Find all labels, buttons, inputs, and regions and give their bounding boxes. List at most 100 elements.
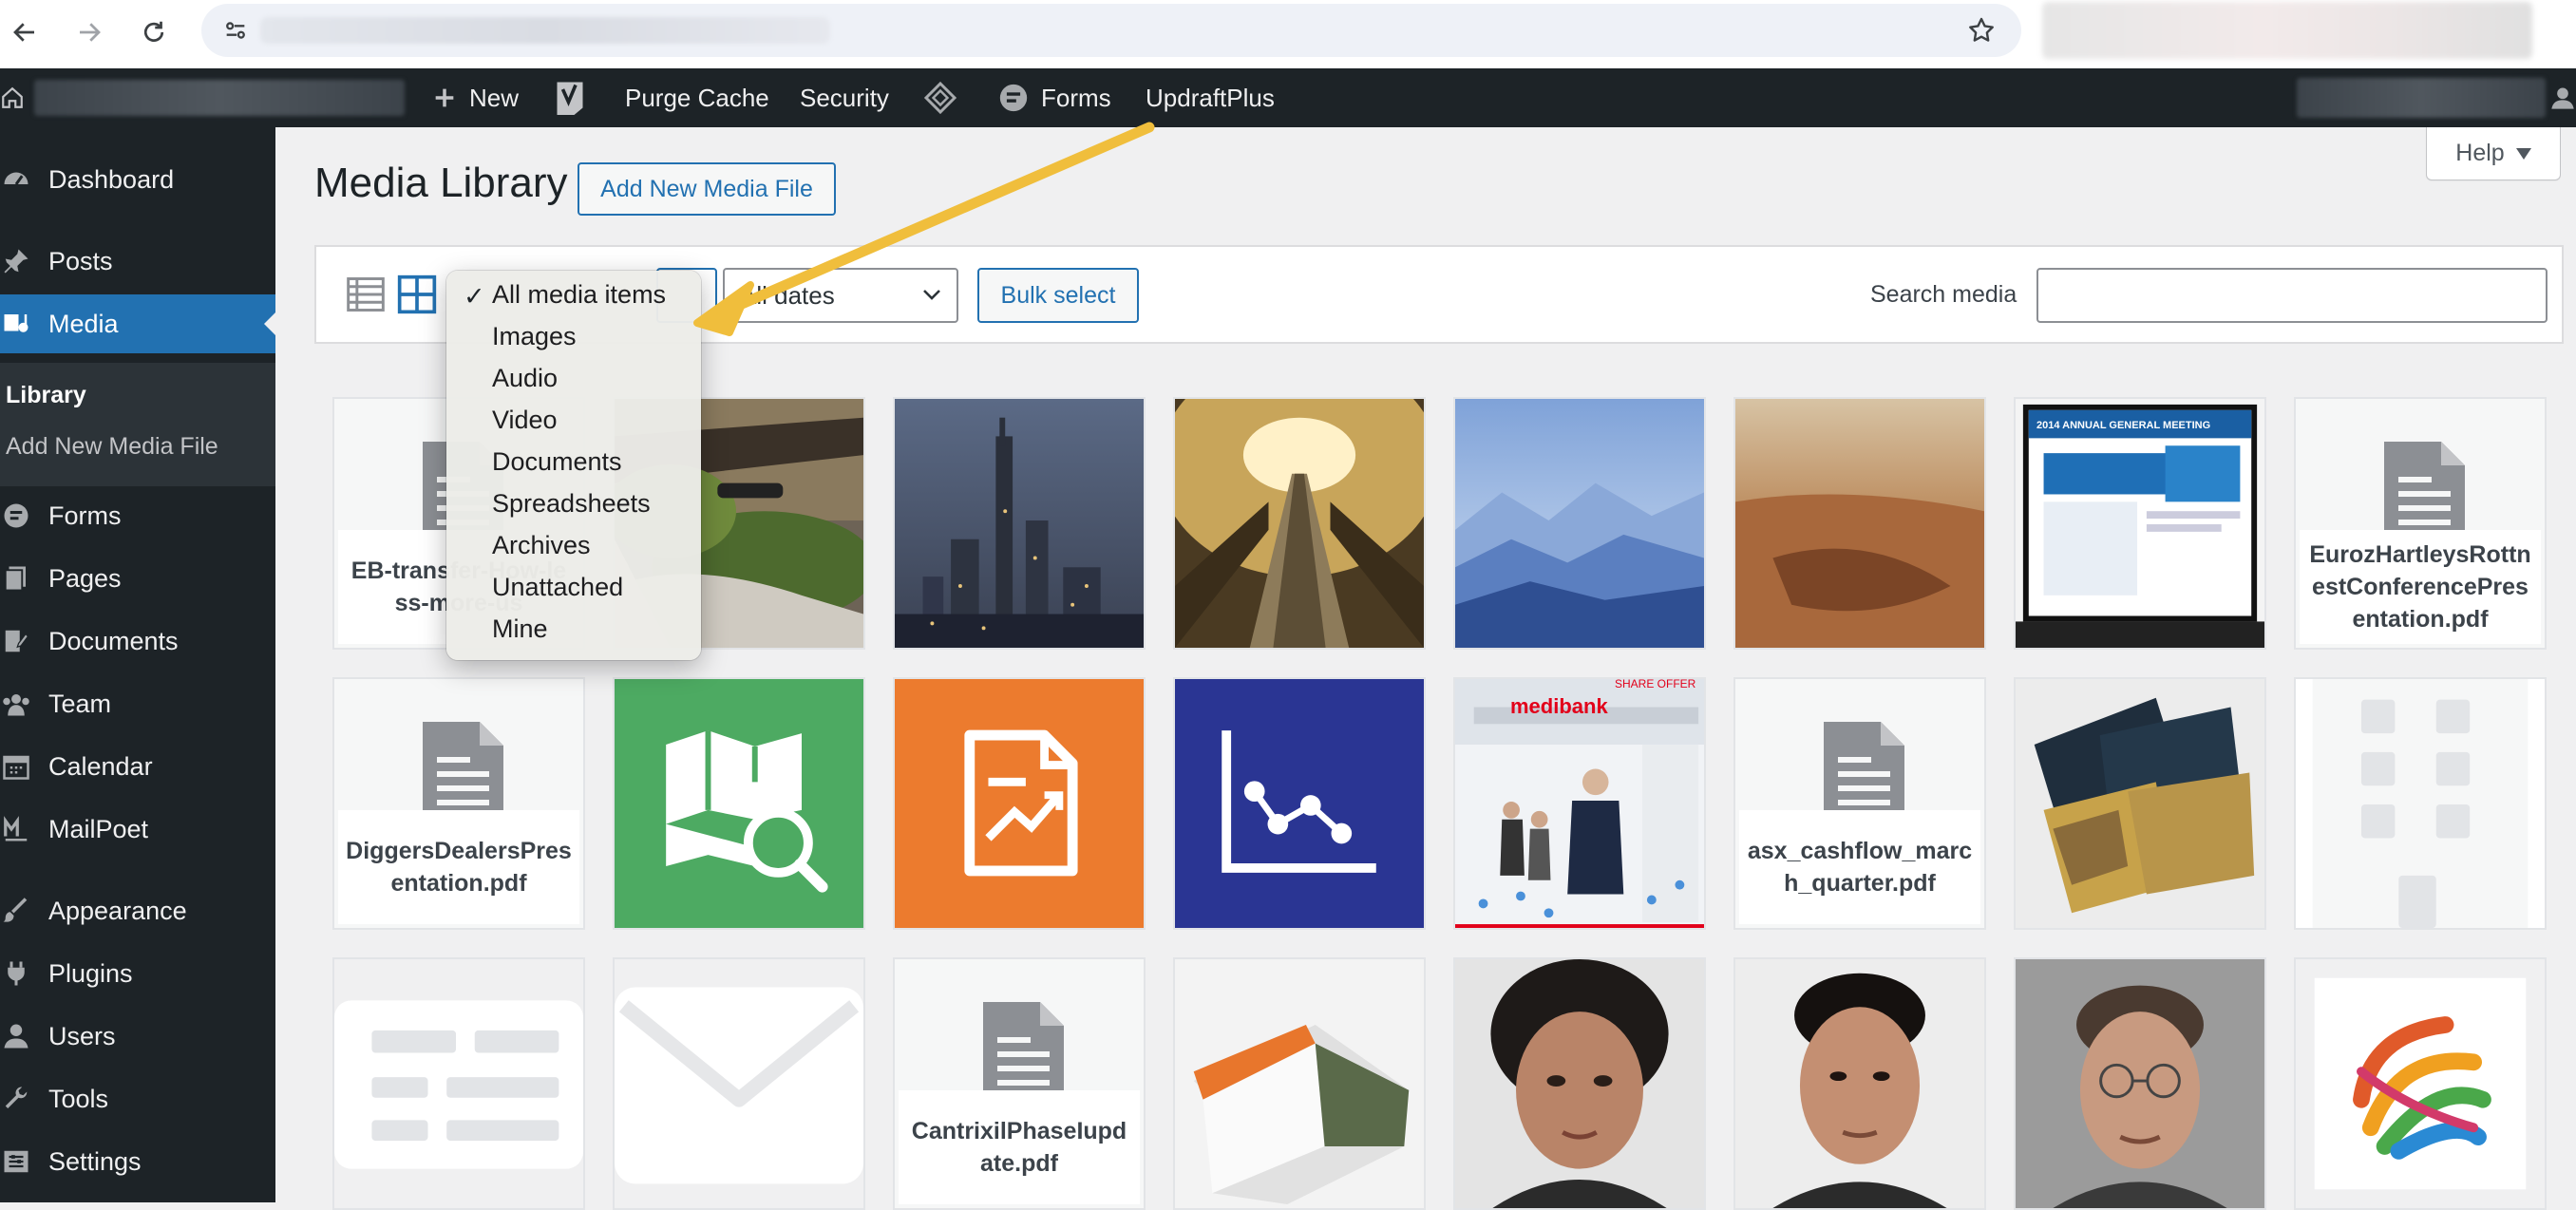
forward-icon[interactable] — [65, 8, 114, 57]
sidebar-label: Dashboard — [48, 164, 175, 194]
bulk-select-button[interactable]: Bulk select — [977, 268, 1139, 323]
orange-report-image — [1175, 959, 1424, 1208]
colorful-logo-image — [2296, 959, 2545, 1208]
option-spreadsheets[interactable]: Spreadsheets — [492, 489, 651, 519]
option-documents[interactable]: Documents — [492, 447, 622, 477]
option-all-media-items[interactable]: All media items — [492, 280, 666, 310]
back-icon[interactable] — [0, 8, 49, 57]
admin-sidebar: Dashboard Posts Media Library Add New Me… — [0, 127, 275, 1202]
media-attachment[interactable] — [1733, 957, 1986, 1210]
portrait-man-glasses-image — [2016, 959, 2264, 1208]
option-archives[interactable]: Archives — [492, 531, 591, 560]
media-attachment[interactable] — [2294, 957, 2547, 1210]
media-attachment[interactable] — [1453, 397, 1706, 650]
sidebar-item-dashboard[interactable]: Dashboard — [0, 150, 275, 209]
sidebar-item-users[interactable]: Users — [0, 1007, 275, 1066]
forms-label: Forms — [1041, 83, 1111, 112]
media-attachment[interactable]: CantrixilPhaseIupdate.pdf — [893, 957, 1146, 1210]
yoast-seo-icon[interactable] — [553, 68, 587, 127]
agm-presentation-image — [2016, 399, 2264, 648]
media-icon — [0, 308, 32, 340]
address-bar[interactable] — [201, 4, 2021, 57]
add-new-media-button[interactable]: Add New Media File — [578, 162, 836, 216]
option-audio[interactable]: Audio — [492, 364, 558, 393]
media-attachment[interactable]: DiggersDealersPresentation.pdf — [332, 677, 585, 930]
submenu-library[interactable]: Library — [6, 382, 86, 409]
list-view-icon[interactable] — [345, 274, 387, 315]
sidebar-item-team[interactable]: Team — [0, 674, 275, 733]
media-attachment[interactable]: EurozHartleysRottnestConferencePresentat… — [2294, 397, 2547, 650]
media-attachment[interactable]: asx_cashflow_march_quarter.pdf — [1733, 677, 1986, 930]
user-icon — [0, 1020, 32, 1052]
forms-menu[interactable]: Forms — [997, 68, 1111, 127]
brush-icon — [0, 895, 32, 927]
media-attachment[interactable] — [893, 677, 1146, 930]
settings-icon — [0, 1145, 32, 1178]
media-attachment[interactable] — [1453, 957, 1706, 1210]
updraftplus-menu[interactable]: UpdraftPlus — [1146, 68, 1275, 127]
media-attachment[interactable] — [2014, 677, 2266, 930]
home-icon[interactable] — [0, 68, 25, 127]
option-video[interactable]: Video — [492, 406, 558, 435]
diamond-plugin-icon[interactable] — [923, 68, 957, 127]
sidebar-item-forms[interactable]: Forms — [0, 486, 275, 545]
sidebar-label: Team — [48, 689, 112, 718]
help-label: Help — [2455, 140, 2505, 166]
sidebar-item-posts[interactable]: Posts — [0, 232, 275, 291]
media-attachment[interactable] — [613, 957, 865, 1210]
option-images[interactable]: Images — [492, 322, 577, 351]
sidebar-item-appearance[interactable]: Appearance — [0, 881, 275, 940]
sidebar-label: Tools — [48, 1084, 109, 1113]
submenu-add-new[interactable]: Add New Media File — [6, 433, 218, 461]
sidebar-item-settings[interactable]: Settings — [0, 1132, 275, 1191]
option-unattached[interactable]: Unattached — [492, 573, 623, 602]
newspaper-icon — [334, 1000, 583, 1169]
account-name-redacted[interactable] — [2297, 78, 2546, 118]
sidebar-item-calendar[interactable]: Calendar — [0, 737, 275, 796]
sidebar-item-documents[interactable]: Documents — [0, 612, 275, 671]
media-attachment[interactable] — [893, 397, 1146, 650]
attachment-filename: EurozHartleysRottnestConferencePresentat… — [2300, 530, 2541, 644]
line-graph-icon — [1222, 730, 1376, 873]
report-chart-icon — [964, 729, 1078, 877]
media-attachment[interactable] — [1173, 397, 1426, 650]
security-label: Security — [800, 83, 889, 112]
account-avatar-icon[interactable] — [2549, 68, 2576, 127]
bookmark-star-icon[interactable] — [1964, 13, 1998, 47]
sidebar-item-pages[interactable]: Pages — [0, 549, 275, 608]
site-name-redacted[interactable] — [34, 80, 405, 116]
sidebar-label: Pages — [48, 563, 122, 593]
purge-cache-button[interactable]: Purge Cache — [625, 68, 769, 127]
media-attachment[interactable] — [1173, 677, 1426, 930]
security-menu[interactable]: Security — [800, 68, 889, 127]
media-attachment[interactable]: medibank SHARE OFFER — [1453, 677, 1706, 930]
medibank-logo-text: medibank — [1510, 694, 1608, 718]
grid-view-icon[interactable] — [396, 274, 438, 315]
forms-icon — [999, 84, 1028, 112]
site-info-icon[interactable] — [218, 13, 253, 47]
reload-icon[interactable] — [129, 8, 179, 57]
date-filter-select[interactable]: All dates — [723, 268, 958, 323]
media-attachment[interactable] — [2294, 677, 2547, 930]
map-search-icon — [666, 730, 828, 893]
sidebar-item-plugins[interactable]: Plugins — [0, 944, 275, 1003]
search-media-input[interactable] — [2036, 268, 2548, 323]
media-attachment[interactable] — [1173, 957, 1426, 1210]
new-content-button[interactable]: New — [431, 68, 519, 127]
sidebar-label: Settings — [48, 1146, 142, 1176]
media-submenu: Library Add New Media File — [0, 363, 275, 486]
help-tab[interactable]: Help — [2426, 127, 2561, 180]
media-attachment[interactable] — [2014, 957, 2266, 1210]
media-attachment[interactable] — [613, 677, 865, 930]
sidebar-item-media[interactable]: Media — [0, 294, 275, 353]
media-attachment[interactable] — [1733, 397, 1986, 650]
media-attachment[interactable] — [332, 957, 585, 1210]
date-filter-value: All dates — [740, 280, 835, 310]
dashboard-icon — [0, 163, 32, 196]
option-mine[interactable]: Mine — [492, 614, 548, 644]
sidebar-item-tools[interactable]: Tools — [0, 1069, 275, 1128]
sidebar-item-mailpoet[interactable]: MailPoet — [0, 800, 275, 859]
agm-title: 2014 ANNUAL GENERAL MEETING — [2036, 420, 2211, 431]
media-attachment[interactable]: 2014 ANNUAL GENERAL MEETING — [2014, 397, 2266, 650]
attachment-filename: asx_cashflow_march_quarter.pdf — [1739, 810, 1980, 924]
